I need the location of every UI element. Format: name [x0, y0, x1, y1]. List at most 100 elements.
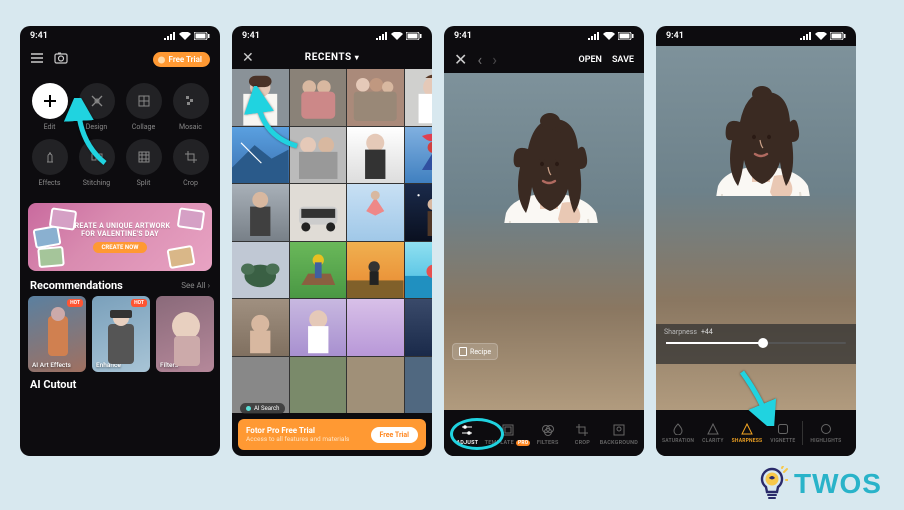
thumbnail[interactable]	[290, 69, 347, 126]
wifi-icon	[179, 32, 191, 40]
thumbnail[interactable]	[405, 127, 433, 184]
phone-adjust: 9:41 Sharpness+44 SATURATION CLARITY SHA…	[656, 26, 856, 456]
status-time: 9:41	[242, 31, 260, 41]
thumbnail[interactable]	[347, 242, 404, 299]
tool-effects[interactable]: Effects	[26, 135, 73, 191]
tab-template[interactable]: TEMPLATEPRO	[485, 422, 531, 446]
banner-cta[interactable]: CREATE NOW	[93, 242, 146, 253]
adjust-param-label: Sharpness+44	[664, 328, 713, 336]
recommendations-row[interactable]: HOTAI Art Effects HOTEnhance Filters	[20, 296, 220, 372]
back-icon[interactable]: ‹	[477, 50, 482, 69]
gallery-header: ✕ RECENTS▾	[232, 46, 432, 69]
thumbnail[interactable]	[405, 184, 433, 241]
see-all-link[interactable]: See All ›	[181, 281, 210, 290]
tab-adjust[interactable]: ADJUST	[450, 422, 485, 446]
thumbnail[interactable]	[405, 242, 433, 299]
rec-item[interactable]: HOTEnhance	[92, 296, 150, 372]
thumbnail[interactable]	[347, 357, 404, 414]
status-indicators	[164, 32, 210, 40]
recommendations-header: Recommendations See All ›	[20, 277, 220, 296]
editor-bottom-tabs: ADJUST TEMPLATEPRO FILTERS CROP BACKGROU…	[444, 410, 644, 456]
phone-editor: 9:41 ✕ ‹ › OPEN SAVE Recipe ADJUST TEMPL…	[444, 26, 644, 456]
thumbnail[interactable]	[290, 299, 347, 356]
thumbnail[interactable]	[232, 69, 289, 126]
tab-crop[interactable]: CROP	[565, 422, 600, 446]
editor-top-bar: ✕ ‹ › OPEN SAVE	[444, 46, 644, 73]
adjust-slider[interactable]	[666, 342, 846, 344]
tab-background[interactable]: BACKGROUND	[600, 422, 638, 446]
thumbnail[interactable]	[405, 357, 433, 414]
thumbnail[interactable]	[232, 184, 289, 241]
forward-icon[interactable]: ›	[492, 50, 497, 69]
watermark-twos: TWOS	[756, 466, 882, 502]
thumbnail[interactable]	[290, 357, 347, 414]
tool-stitching[interactable]: Stitching	[73, 135, 120, 191]
gallery-title[interactable]: RECENTS▾	[305, 52, 359, 63]
status-bar: 9:41	[232, 26, 432, 46]
status-time: 9:41	[30, 31, 48, 41]
close-icon[interactable]: ✕	[242, 50, 254, 66]
photo-grid[interactable]	[232, 69, 432, 413]
phone-home: 9:41 Free Trial Edit Design Collage Mosa…	[20, 26, 220, 456]
photo-content	[444, 73, 644, 223]
banner-title: CREATE A UNIQUE ARTWORKFOR VALENTINE'S D…	[70, 222, 171, 238]
watermark-text: TWOS	[794, 468, 882, 500]
ai-cutout-title: AI Cutout	[20, 372, 220, 391]
recipe-button[interactable]: Recipe	[452, 343, 498, 360]
promo-button[interactable]: Free Trial	[371, 427, 419, 443]
adjust-value-bar: Sharpness+44	[656, 324, 856, 364]
editor-canvas[interactable]: Recipe	[444, 73, 644, 410]
tool-collage[interactable]: Collage	[120, 79, 167, 135]
tool-split[interactable]: Split	[120, 135, 167, 191]
promo-title: Fotor Pro Free Trial	[246, 426, 349, 435]
adjust-param-value: +44	[701, 328, 713, 336]
thumbnail[interactable]	[232, 299, 289, 356]
thumbnail[interactable]	[405, 299, 433, 356]
signal-icon	[164, 32, 176, 40]
status-bar: 9:41	[20, 26, 220, 46]
rec-item[interactable]: HOTAI Art Effects	[28, 296, 86, 372]
rec-item[interactable]: Filters	[156, 296, 214, 372]
adjust-vignette[interactable]: VIGNETTE	[766, 422, 799, 444]
tool-label: Edit	[44, 123, 56, 131]
tool-crop[interactable]: Crop	[167, 135, 214, 191]
adjust-clarity[interactable]: CLARITY	[698, 422, 728, 444]
photo-content	[656, 46, 856, 196]
adjust-sharpness[interactable]: SHARPNESS	[728, 422, 767, 444]
promo-subtitle: Access to all features and materials	[246, 435, 349, 443]
thumbnail[interactable]	[347, 299, 404, 356]
thumbnail[interactable]	[347, 69, 404, 126]
close-icon[interactable]: ✕	[454, 50, 467, 69]
save-button[interactable]: SAVE	[612, 55, 634, 65]
pro-promo-bar[interactable]: Fotor Pro Free Trial Access to all featu…	[238, 419, 426, 450]
tool-grid: Edit Design Collage Mosaic Effects Stitc…	[20, 73, 220, 197]
camera-icon[interactable]	[54, 50, 68, 69]
adjust-tabs: SATURATION CLARITY SHARPNESS VIGNETTE HI…	[656, 410, 856, 456]
thumbnail[interactable]	[347, 184, 404, 241]
adjust-highlights[interactable]: HIGHLIGHTS	[806, 422, 845, 444]
editor-canvas[interactable]: Sharpness+44	[656, 46, 856, 410]
thumbnail[interactable]	[232, 242, 289, 299]
lightbulb-icon	[756, 466, 788, 502]
tab-filters[interactable]: FILTERS	[530, 422, 565, 446]
tool-edit[interactable]: Edit	[26, 79, 73, 135]
thumbnail[interactable]	[290, 242, 347, 299]
thumbnail[interactable]	[405, 69, 433, 126]
free-trial-pill[interactable]: Free Trial	[153, 52, 210, 67]
thumbnail[interactable]	[290, 184, 347, 241]
tool-design[interactable]: Design	[73, 79, 120, 135]
open-button[interactable]: OPEN	[579, 55, 602, 65]
home-top-bar: Free Trial	[20, 46, 220, 73]
chevron-down-icon: ▾	[355, 53, 360, 62]
thumbnail[interactable]	[232, 127, 289, 184]
recommendations-title: Recommendations	[30, 279, 123, 292]
menu-icon[interactable]	[30, 50, 44, 69]
ai-search-chip[interactable]: AI Search	[240, 403, 285, 414]
thumbnail[interactable]	[347, 127, 404, 184]
battery-icon	[194, 32, 210, 40]
promo-banner[interactable]: CREATE A UNIQUE ARTWORKFOR VALENTINE'S D…	[28, 203, 212, 271]
tool-mosaic[interactable]: Mosaic	[167, 79, 214, 135]
adjust-saturation[interactable]: SATURATION	[658, 422, 698, 444]
thumbnail[interactable]	[290, 127, 347, 184]
phone-gallery: 9:41 ✕ RECENTS▾ AI S	[232, 26, 432, 456]
